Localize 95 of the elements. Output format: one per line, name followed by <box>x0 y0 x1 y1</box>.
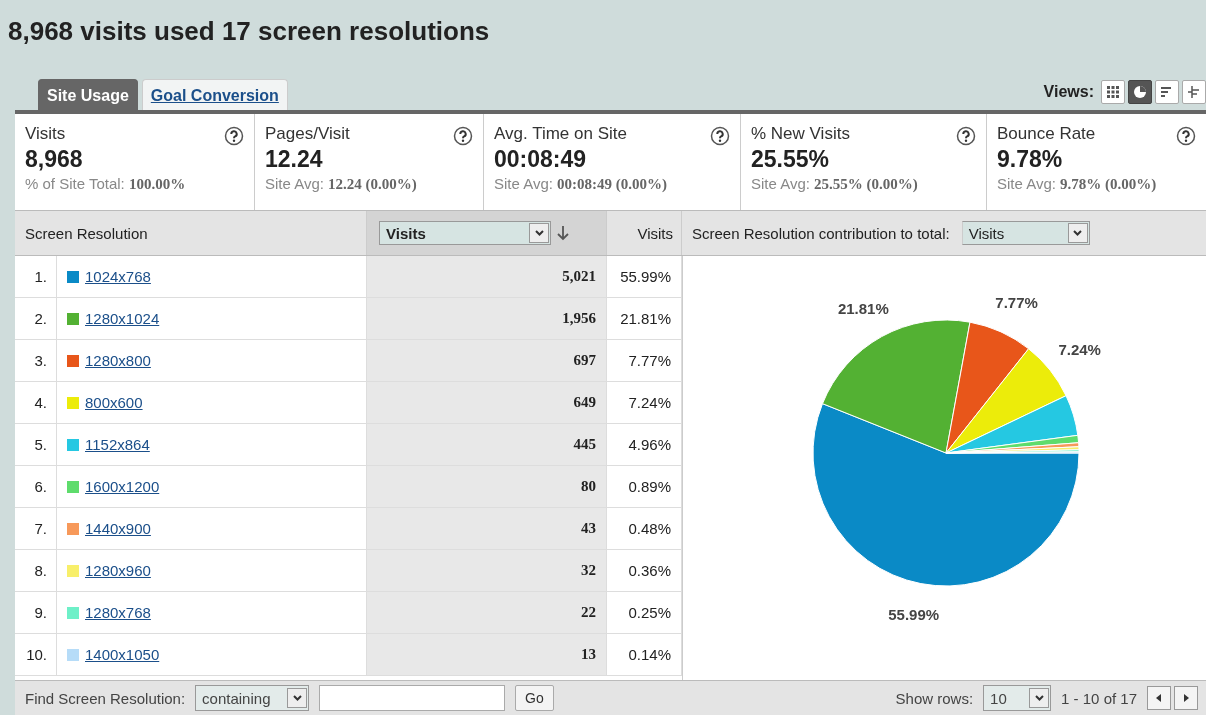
slice-label: 7.77% <box>995 293 1038 311</box>
page-range: 1 - 10 of 17 <box>1061 689 1137 707</box>
views-label: Views: <box>1043 83 1094 101</box>
match-dropdown[interactable]: containing <box>195 685 310 711</box>
resolution-link[interactable]: 1280x768 <box>85 604 151 621</box>
visits-cell: 5,021 <box>367 256 607 297</box>
metric-label: Visits <box>25 124 66 144</box>
metric-label: Avg. Time on Site <box>494 124 627 144</box>
row-number: 6. <box>15 466 57 507</box>
resolution-link[interactable]: 1152x864 <box>85 436 150 453</box>
sort-arrow-icon[interactable] <box>557 225 569 241</box>
tab[interactable]: Goal Conversion <box>141 79 288 110</box>
row-number: 2. <box>15 298 57 339</box>
previous-button[interactable] <box>1147 686 1171 710</box>
metric-value: 9.78% <box>997 146 1064 173</box>
percent-cell: 0.25% <box>607 592 682 634</box>
rows-label: Show rows: <box>895 689 974 707</box>
row-number: 3. <box>15 340 57 381</box>
row-number: 1. <box>15 256 57 297</box>
go-button[interactable]: Go <box>515 685 554 711</box>
resolution-link[interactable]: 1280x800 <box>85 352 151 369</box>
slice-label: 55.99% <box>888 606 940 624</box>
visits-cell: 649 <box>367 382 607 423</box>
resolution-link[interactable]: 1280x960 <box>85 562 151 579</box>
next-button[interactable] <box>1174 686 1198 710</box>
page-title: 8,968 visits used 17 screen resolutions <box>7 15 491 46</box>
chart-metric-dropdown[interactable]: Visits <box>961 221 1090 245</box>
metric-comparison: Site Avg: 9.78% (0.00%) <box>997 175 1158 193</box>
resolution-link[interactable]: 1440x900 <box>85 520 151 537</box>
percent-cell: 7.24% <box>607 382 682 424</box>
percent-cell: 7.77% <box>607 340 682 382</box>
left-triangle-icon <box>1156 694 1162 702</box>
resolution-link[interactable]: 800x600 <box>85 394 143 411</box>
metric-value: 25.55% <box>751 146 830 173</box>
right-triangle-icon <box>1183 694 1189 702</box>
help-icon[interactable] <box>710 126 730 146</box>
metric-label: Bounce Rate <box>997 124 1096 144</box>
help-icon[interactable] <box>453 126 473 146</box>
metric-comparison: Site Avg: 12.24 (0.00%) <box>265 175 418 193</box>
pie-icon <box>1133 85 1147 99</box>
row-number: 4. <box>15 382 57 423</box>
tab[interactable]: Site Usage <box>38 79 138 110</box>
view-button[interactable] <box>1155 80 1179 104</box>
row-number: 7. <box>15 508 57 549</box>
resolution-link[interactable]: 1600x1200 <box>85 478 160 495</box>
row-number: 8. <box>15 550 57 591</box>
caret-icon <box>1067 223 1088 243</box>
visits-cell: 445 <box>367 424 607 465</box>
metric-comparison: Site Avg: 00:08:49 (0.00%) <box>494 175 669 193</box>
view-button[interactable] <box>1101 80 1125 104</box>
metric-comparison: % of Site Total: 100.00% <box>25 175 187 193</box>
grid-icon <box>1107 86 1119 98</box>
resolution-link[interactable]: 1024x768 <box>85 268 151 285</box>
percent-cell: 0.14% <box>607 634 682 676</box>
visits-cell: 80 <box>367 466 607 507</box>
metric-comparison: Site Avg: 25.55% (0.00%) <box>751 175 919 193</box>
percent-cell: 21.81% <box>607 298 682 340</box>
percent-cell: 55.99% <box>607 256 682 298</box>
row-number: 9. <box>15 592 57 633</box>
view-button[interactable] <box>1128 80 1152 104</box>
slice-label: 7.24% <box>1058 341 1101 359</box>
visits-cell: 1,956 <box>367 298 607 339</box>
help-icon[interactable] <box>224 126 244 146</box>
row-number: 10. <box>15 634 57 675</box>
metric-label: Pages/Visit <box>265 124 350 144</box>
visits-cell: 697 <box>367 340 607 381</box>
visits-cell: 32 <box>367 550 607 591</box>
resolution-link[interactable]: 1280x1024 <box>85 310 160 327</box>
column-header: Visits <box>607 211 682 255</box>
help-icon[interactable] <box>956 126 976 146</box>
metric-label: % New Visits <box>751 124 850 144</box>
visits-cell: 22 <box>367 592 607 633</box>
bar-list-icon <box>1161 86 1173 98</box>
metric-value: 12.24 <box>265 146 324 173</box>
caret-icon <box>529 223 549 243</box>
percent-cell: 0.48% <box>607 508 682 550</box>
visits-cell: 43 <box>367 508 607 549</box>
rows-dropdown[interactable]: 10 <box>983 685 1052 711</box>
resolution-link[interactable]: 1400x1050 <box>85 646 160 663</box>
pivot-icon <box>1188 86 1200 98</box>
chart-header: Screen Resolution contribution to total: <box>692 224 950 242</box>
slice-label: 21.81% <box>837 299 889 317</box>
metric-dropdown[interactable]: Visits <box>379 221 551 245</box>
row-number: 5. <box>15 424 57 465</box>
metric-value: 00:08:49 <box>494 146 588 173</box>
caret-icon <box>1029 688 1050 708</box>
percent-cell: 0.89% <box>607 466 682 508</box>
filter-input[interactable] <box>319 685 506 711</box>
help-icon[interactable] <box>1176 126 1196 146</box>
metric-value: 8,968 <box>25 146 84 173</box>
percent-cell: 4.96% <box>607 424 682 466</box>
caret-icon <box>287 688 308 708</box>
percent-cell: 0.36% <box>607 550 682 592</box>
filter-label: Find Screen Resolution: <box>25 689 186 707</box>
visits-cell: 13 <box>367 634 607 675</box>
